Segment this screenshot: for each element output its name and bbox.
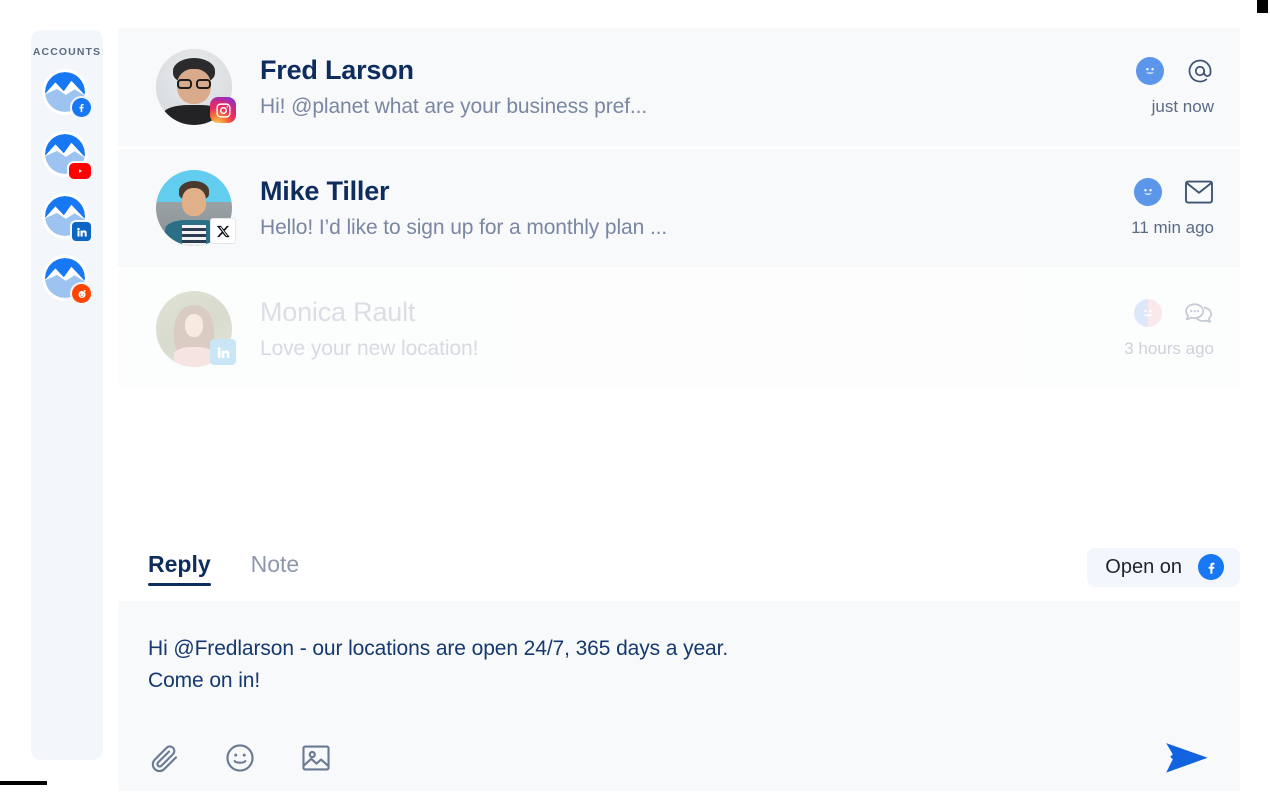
reply-composer[interactable]: Hi @Fredlarson - our locations are open … xyxy=(118,601,1240,791)
conversation-snippet: Love your new location! xyxy=(260,337,479,361)
conversation-name: Fred Larson xyxy=(260,54,414,85)
neutral-face-icon[interactable] xyxy=(1134,299,1162,327)
conversation-list: Fred Larson Hi! @planet what are your bu… xyxy=(118,28,1240,388)
inbox-main: Fred Larson Hi! @planet what are your bu… xyxy=(118,28,1240,791)
sidebar-item-account-reddit[interactable] xyxy=(45,258,91,303)
send-button[interactable] xyxy=(1164,741,1210,775)
image-icon[interactable] xyxy=(300,742,332,774)
emoji-icon[interactable] xyxy=(224,742,256,774)
youtube-icon xyxy=(69,163,91,179)
avatar xyxy=(156,291,236,367)
facebook-icon xyxy=(1198,554,1224,580)
sidebar-item-account-linkedin[interactable] xyxy=(45,196,91,241)
sidebar-title: ACCOUNTS xyxy=(32,46,102,58)
smiley-face-icon[interactable] xyxy=(1134,178,1162,206)
conversation-text: Fred Larson Hi! @planet what are your bu… xyxy=(260,55,1136,119)
tab-note[interactable]: Note xyxy=(251,551,300,584)
attach-icon[interactable] xyxy=(148,742,180,774)
conversation-text: Monica Rault Love your new location! xyxy=(260,297,1124,361)
linkedin-icon xyxy=(72,222,91,241)
composer-toolbar xyxy=(148,741,1210,775)
conversation-snippet: Hi! @planet what are your business pref.… xyxy=(260,95,648,119)
conversation-time: just now xyxy=(1151,97,1214,116)
corner-marker-top-right xyxy=(1257,0,1268,13)
reply-header: Reply Note Open on xyxy=(118,533,1240,601)
avatar xyxy=(156,170,236,246)
conversation-name: Mike Tiller xyxy=(260,175,390,206)
instagram-icon xyxy=(210,97,236,123)
corner-marker-bottom-left xyxy=(0,781,47,785)
conversation-meta: 11 min ago xyxy=(1131,178,1218,238)
conversation-row-fred-larson[interactable]: Fred Larson Hi! @planet what are your bu… xyxy=(118,28,1240,146)
conversation-text: Mike Tiller Hello! I’d like to sign up f… xyxy=(260,176,1131,240)
conversation-row-mike-tiller[interactable]: Mike Tiller Hello! I’d like to sign up f… xyxy=(118,149,1240,267)
reddit-icon xyxy=(72,284,91,303)
conversation-snippet: Hello! I’d like to sign up for a monthly… xyxy=(260,216,668,240)
conversation-meta: 3 hours ago xyxy=(1124,299,1218,359)
reply-message-text[interactable]: Hi @Fredlarson - our locations are open … xyxy=(148,633,1210,697)
sidebar-item-account-youtube[interactable] xyxy=(45,134,91,179)
avatar xyxy=(156,49,236,125)
envelope-icon[interactable] xyxy=(1184,179,1214,205)
app-window: ACCOUNTS Fred Larson Hi! @planet what ar… xyxy=(0,0,1270,793)
open-on-button[interactable]: Open on xyxy=(1087,547,1240,587)
x-twitter-icon xyxy=(210,218,236,244)
smiley-face-icon[interactable] xyxy=(1136,57,1164,85)
reply-panel: Reply Note Open on Hi @Fredlarson - our … xyxy=(118,533,1240,791)
conversation-time: 3 hours ago xyxy=(1124,339,1214,358)
open-on-label: Open on xyxy=(1105,555,1182,578)
sidebar-item-account-facebook[interactable] xyxy=(45,72,91,117)
chat-bubbles-icon[interactable] xyxy=(1184,299,1214,327)
accounts-sidebar: ACCOUNTS xyxy=(31,30,103,760)
conversation-meta: just now xyxy=(1136,57,1218,117)
at-mention-icon[interactable] xyxy=(1186,57,1214,85)
facebook-icon xyxy=(72,98,91,117)
conversation-row-monica-rault[interactable]: Monica Rault Love your new location! 3 h… xyxy=(118,270,1240,388)
tab-reply[interactable]: Reply xyxy=(148,551,211,586)
conversation-name: Monica Rault xyxy=(260,296,416,327)
linkedin-icon xyxy=(210,339,236,365)
conversation-time: 11 min ago xyxy=(1131,218,1214,237)
